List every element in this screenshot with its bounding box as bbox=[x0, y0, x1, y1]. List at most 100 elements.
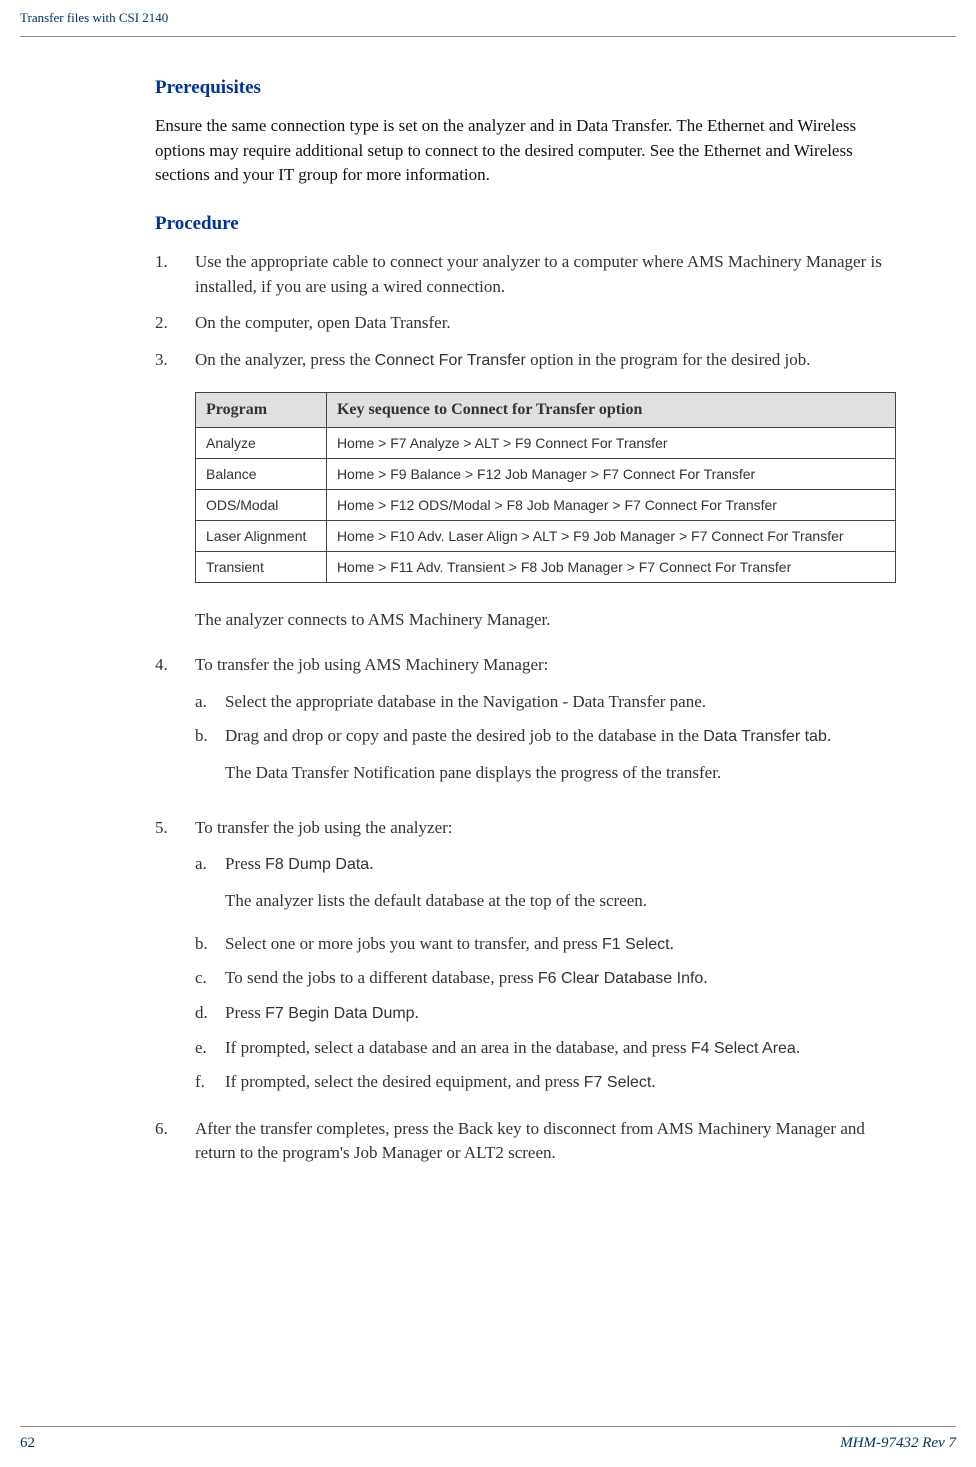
step-text-post: option in the program for the desired jo… bbox=[526, 350, 811, 369]
sub-list: b. Select one or more jobs you want to t… bbox=[195, 932, 896, 1095]
table-cell-program: Balance bbox=[196, 459, 327, 490]
step-number: 5. bbox=[155, 816, 195, 1105]
procedure-list: 1. Use the appropriate cable to connect … bbox=[155, 250, 896, 373]
table-row: Laser Alignment Home > F10 Adv. Laser Al… bbox=[196, 521, 896, 552]
step-number: 2. bbox=[155, 311, 195, 336]
sub-text-pre: To send the jobs to a different database… bbox=[225, 968, 538, 987]
prerequisites-heading: Prerequisites bbox=[155, 77, 896, 99]
sub-letter: a. bbox=[195, 852, 225, 877]
sub-text-pre: Select one or more jobs you want to tran… bbox=[225, 934, 602, 953]
step-text: To transfer the job using the analyzer: bbox=[195, 818, 453, 837]
table-row: Analyze Home > F7 Analyze > ALT > F9 Con… bbox=[196, 428, 896, 459]
header-divider bbox=[20, 36, 956, 37]
table-cell-program: Transient bbox=[196, 552, 327, 583]
table-cell-sequence: Home > F12 ODS/Modal > F8 Job Manager > … bbox=[326, 490, 895, 521]
step-text: On the computer, open Data Transfer. bbox=[195, 311, 896, 336]
ui-f6-clear-database: F6 Clear Database Info bbox=[538, 970, 703, 987]
step-text: After the transfer completes, press the … bbox=[195, 1117, 896, 1166]
ui-f1-select: F1 Select bbox=[602, 936, 670, 953]
sub-text: Press F7 Begin Data Dump. bbox=[225, 1001, 896, 1026]
sub-letter: a. bbox=[195, 690, 225, 715]
sub-text-pre: If prompted, select a database and an ar… bbox=[225, 1038, 691, 1057]
sub-item-d: d. Press F7 Begin Data Dump. bbox=[195, 1001, 896, 1026]
sub-letter: e. bbox=[195, 1036, 225, 1061]
step-number: 1. bbox=[155, 250, 195, 299]
sub-letter: b. bbox=[195, 724, 225, 749]
page-footer: 62 MHM-97432 Rev 7 bbox=[0, 1426, 976, 1452]
footer-content: 62 MHM-97432 Rev 7 bbox=[20, 1435, 956, 1452]
sub-text: If prompted, select the desired equipmen… bbox=[225, 1070, 896, 1095]
table-row: ODS/Modal Home > F12 ODS/Modal > F8 Job … bbox=[196, 490, 896, 521]
table-header-program: Program bbox=[196, 393, 327, 428]
sub-item-e: e. If prompted, select a database and an… bbox=[195, 1036, 896, 1061]
ui-connect-for-transfer: Connect For Transfer bbox=[375, 352, 526, 369]
sub-text-pre: Press bbox=[225, 854, 265, 873]
sub-text: Drag and drop or copy and paste the desi… bbox=[225, 724, 896, 749]
sub-text-post: . bbox=[796, 1038, 800, 1057]
sub-text-pre: Drag and drop or copy and paste the desi… bbox=[225, 726, 703, 745]
sub-letter: b. bbox=[195, 932, 225, 957]
table-cell-program: ODS/Modal bbox=[196, 490, 327, 521]
step-text: Use the appropriate cable to connect you… bbox=[195, 250, 896, 299]
prerequisites-body: Ensure the same connection type is set o… bbox=[155, 114, 896, 188]
table-cell-sequence: Home > F10 Adv. Laser Align > ALT > F9 J… bbox=[326, 521, 895, 552]
table-header-row: Program Key sequence to Connect for Tran… bbox=[196, 393, 896, 428]
procedure-list-cont: 4. To transfer the job using AMS Machine… bbox=[155, 653, 896, 1166]
sub-item-b: b. Drag and drop or copy and paste the d… bbox=[195, 724, 896, 749]
sub-list: a. Press F8 Dump Data. bbox=[195, 852, 896, 877]
sub-text: Select one or more jobs you want to tran… bbox=[225, 932, 896, 957]
step-content: To transfer the job using AMS Machinery … bbox=[195, 653, 896, 804]
sub-text-post: . bbox=[827, 726, 831, 745]
sub-text: If prompted, select a database and an ar… bbox=[225, 1036, 896, 1061]
step-content: To transfer the job using the analyzer: … bbox=[195, 816, 896, 1105]
ui-f4-select-area: F4 Select Area bbox=[691, 1040, 796, 1057]
step-2: 2. On the computer, open Data Transfer. bbox=[155, 311, 896, 336]
step-text: On the analyzer, press the Connect For T… bbox=[195, 348, 896, 373]
step-number: 3. bbox=[155, 348, 195, 373]
step-1: 1. Use the appropriate cable to connect … bbox=[155, 250, 896, 299]
sub-item-a: a. Press F8 Dump Data. bbox=[195, 852, 896, 877]
ui-f7-select: F7 Select bbox=[584, 1074, 652, 1091]
header-title: Transfer files with CSI 2140 bbox=[20, 10, 168, 25]
key-sequence-table-container: Program Key sequence to Connect for Tran… bbox=[195, 392, 896, 583]
sub-text: Press F8 Dump Data. bbox=[225, 852, 896, 877]
sub-text: To send the jobs to a different database… bbox=[225, 966, 896, 991]
sub-item-b: b. Select one or more jobs you want to t… bbox=[195, 932, 896, 957]
doc-reference: MHM-97432 Rev 7 bbox=[840, 1435, 956, 1452]
sub-letter: f. bbox=[195, 1070, 225, 1095]
table-row: Balance Home > F9 Balance > F12 Job Mana… bbox=[196, 459, 896, 490]
sub-text-post: . bbox=[703, 968, 707, 987]
sub-letter: c. bbox=[195, 966, 225, 991]
ui-data-transfer-tab: Data Transfer tab bbox=[703, 728, 827, 745]
table-cell-program: Analyze bbox=[196, 428, 327, 459]
procedure-heading: Procedure bbox=[155, 213, 896, 235]
step-3: 3. On the analyzer, press the Connect Fo… bbox=[155, 348, 896, 373]
sub-letter: d. bbox=[195, 1001, 225, 1026]
step-number: 6. bbox=[155, 1117, 195, 1166]
sub-item-c: c. To send the jobs to a different datab… bbox=[195, 966, 896, 991]
ui-f8-dump-data: F8 Dump Data bbox=[265, 856, 369, 873]
step-5: 5. To transfer the job using the analyze… bbox=[155, 816, 896, 1105]
table-cell-sequence: Home > F7 Analyze > ALT > F9 Connect For… bbox=[326, 428, 895, 459]
table-cell-program: Laser Alignment bbox=[196, 521, 327, 552]
step-number: 4. bbox=[155, 653, 195, 804]
step-5a-result: The analyzer lists the default database … bbox=[225, 889, 896, 914]
main-content: Prerequisites Ensure the same connection… bbox=[0, 77, 976, 1166]
sub-text-pre: If prompted, select the desired equipmen… bbox=[225, 1072, 584, 1091]
footer-divider bbox=[20, 1426, 956, 1427]
table-row: Transient Home > F11 Adv. Transient > F8… bbox=[196, 552, 896, 583]
sub-list: a. Select the appropriate database in th… bbox=[195, 690, 896, 749]
sub-item-a: a. Select the appropriate database in th… bbox=[195, 690, 896, 715]
sub-text-post: . bbox=[651, 1072, 655, 1091]
step-6: 6. After the transfer completes, press t… bbox=[155, 1117, 896, 1166]
step-4-result: The Data Transfer Notification pane disp… bbox=[225, 761, 896, 786]
sub-item-f: f. If prompted, select the desired equip… bbox=[195, 1070, 896, 1095]
step-text: To transfer the job using AMS Machinery … bbox=[195, 655, 548, 674]
post-table-text: The analyzer connects to AMS Machinery M… bbox=[195, 608, 896, 633]
page-number: 62 bbox=[20, 1435, 35, 1452]
sub-text-post: . bbox=[415, 1003, 419, 1022]
step-4: 4. To transfer the job using AMS Machine… bbox=[155, 653, 896, 804]
table-cell-sequence: Home > F9 Balance > F12 Job Manager > F7… bbox=[326, 459, 895, 490]
sub-text-post: . bbox=[369, 854, 373, 873]
ui-f7-begin-data-dump: F7 Begin Data Dump bbox=[265, 1005, 414, 1022]
